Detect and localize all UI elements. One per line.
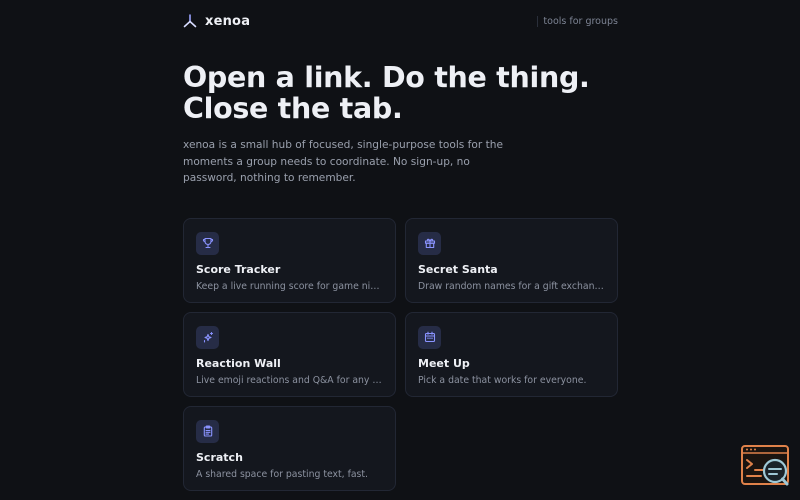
- hero-description: xenoa is a small hub of focused, single-…: [183, 139, 503, 184]
- trophy-icon: [196, 231, 219, 255]
- calendar-icon: [418, 325, 441, 349]
- tool-card-secret-santa[interactable]: Secret Santa Draw random names for a gif…: [405, 217, 618, 303]
- main-container: xenoa tools for groups Open a link. Do t…: [183, 0, 618, 491]
- brand-link[interactable]: xenoa: [183, 14, 250, 29]
- tool-card-reaction-wall[interactable]: Reaction Wall Live emoji reactions and Q…: [183, 311, 396, 397]
- terminal-search-icon: [741, 445, 789, 486]
- tripod-logo-icon: [183, 14, 197, 28]
- tool-card-score-tracker[interactable]: Score Tracker Keep a live running score …: [183, 217, 396, 303]
- tool-description: Pick a date that works for everyone.: [418, 374, 587, 386]
- tool-title: Secret Santa: [418, 262, 498, 276]
- hero-title: Open a link. Do the thing. Close the tab…: [183, 61, 590, 125]
- brand-name: xenoa: [205, 13, 251, 29]
- tool-card-scratch[interactable]: Scratch A shared space for pasting text,…: [183, 405, 396, 491]
- gift-icon: [418, 231, 441, 255]
- tool-title: Score Tracker: [196, 262, 281, 276]
- tool-title: Scratch: [196, 450, 243, 464]
- tool-description: A shared space for pasting text, fast.: [196, 468, 369, 480]
- tool-title: Reaction Wall: [196, 356, 281, 370]
- hero: Open a link. Do the thing. Close the tab…: [183, 62, 618, 187]
- tool-grid: Score Tracker Keep a live running score …: [183, 217, 618, 491]
- floating-help-widget[interactable]: [741, 445, 791, 487]
- tagline: tools for groups: [537, 15, 618, 27]
- site-header: xenoa tools for groups: [183, 0, 618, 42]
- sparkle-icon: [196, 325, 219, 349]
- tool-description: Live emoji reactions and Q&A for any roo…: [196, 374, 383, 386]
- tool-title: Meet Up: [418, 356, 470, 370]
- tool-description: Keep a live running score for game night…: [196, 280, 383, 292]
- clipboard-icon: [196, 419, 219, 443]
- tool-card-meet-up[interactable]: Meet Up Pick a date that works for every…: [405, 311, 618, 397]
- page: xenoa tools for groups Open a link. Do t…: [0, 0, 800, 500]
- tool-description: Draw random names for a gift exchange.: [418, 280, 605, 292]
